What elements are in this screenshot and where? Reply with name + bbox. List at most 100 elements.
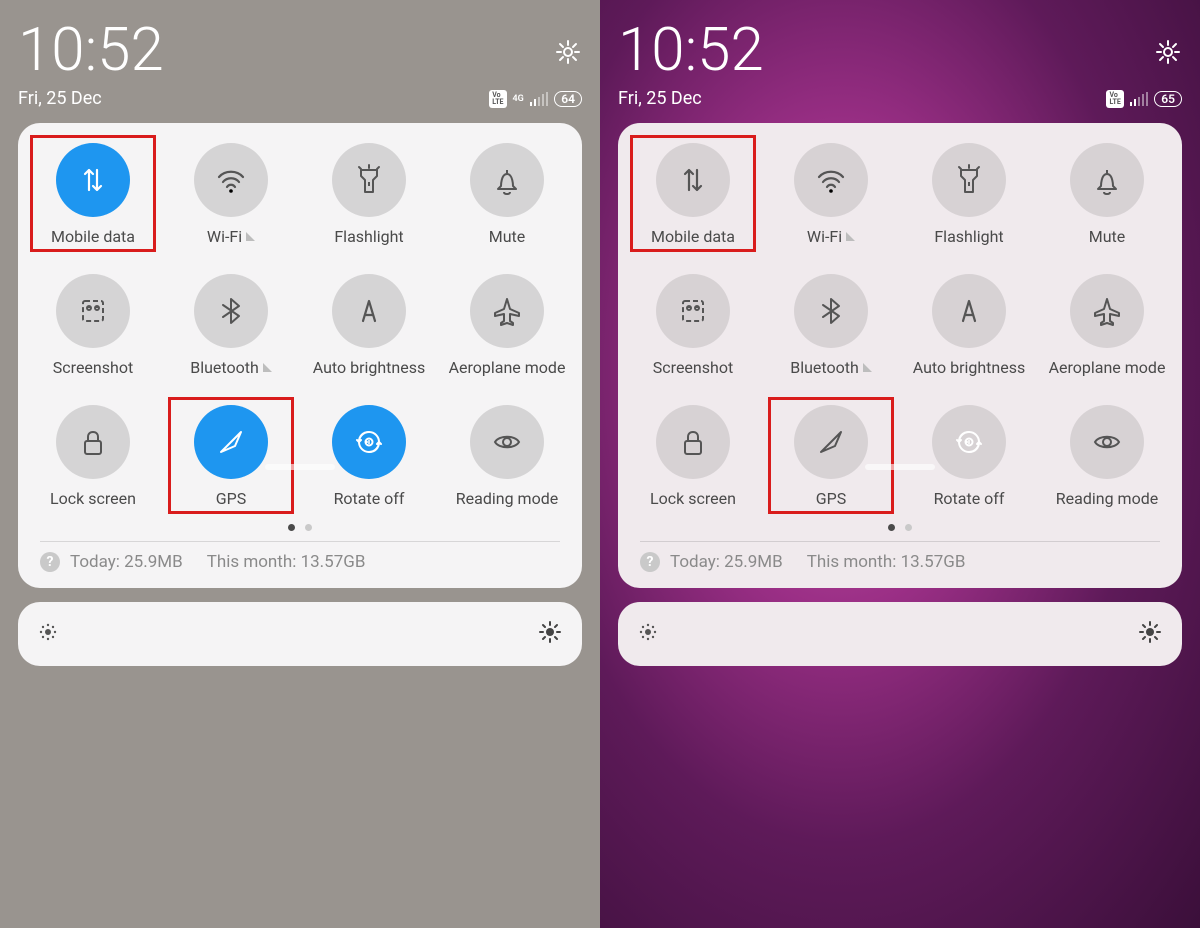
header: 10:52 [18, 20, 582, 80]
aeroplane-toggle[interactable] [1070, 274, 1144, 348]
expand-triangle-icon[interactable] [263, 363, 272, 372]
tile-aeroplane: Aeroplane mode [438, 274, 576, 377]
gps-toggle[interactable] [794, 405, 868, 479]
mute-toggle[interactable] [470, 143, 544, 217]
usage-today: Today: 25.9MB [670, 552, 783, 572]
help-icon: ? [40, 552, 60, 572]
tile-wifi: Wi-Fi [162, 143, 300, 246]
tile-mobile-data: Mobile data [24, 143, 162, 246]
date-text: Fri, 25 Dec [18, 88, 102, 109]
screenshot-label: Screenshot [653, 358, 733, 377]
rotate-toggle[interactable] [332, 405, 406, 479]
flashlight-label: Flashlight [334, 227, 403, 246]
drag-handle[interactable] [865, 424, 935, 504]
brightness-slider[interactable] [618, 602, 1182, 666]
wifi-toggle[interactable] [794, 143, 868, 217]
page-dot-1 [288, 524, 295, 531]
expand-triangle-icon[interactable] [846, 232, 855, 241]
help-icon: ? [640, 552, 660, 572]
clock-time: 10:52 [618, 20, 764, 80]
reading-toggle[interactable] [1070, 405, 1144, 479]
bluetooth-toggle[interactable] [794, 274, 868, 348]
quick-toggles-card: Mobile dataWi-FiFlashlightMuteScreenshot… [18, 123, 582, 588]
battery-level: 65 [1154, 91, 1182, 107]
flashlight-label: Flashlight [934, 227, 1003, 246]
expand-triangle-icon[interactable] [246, 232, 255, 241]
auto-brightness-label: Auto brightness [913, 358, 1026, 377]
mobile-data-toggle[interactable] [56, 143, 130, 217]
aeroplane-label: Aeroplane mode [1049, 358, 1166, 377]
brightness-low-icon [638, 622, 658, 646]
rotate-toggle[interactable] [932, 405, 1006, 479]
status-icons: Vo LTE 65 [1106, 90, 1182, 108]
reading-label: Reading mode [456, 489, 558, 508]
bluetooth-toggle[interactable] [194, 274, 268, 348]
gps-label: GPS [216, 489, 247, 508]
mobile-data-label: Mobile data [51, 227, 135, 246]
screenshot-toggle[interactable] [656, 274, 730, 348]
wifi-label: Wi-Fi [207, 227, 255, 246]
tile-screenshot: Screenshot [624, 274, 762, 377]
usage-today: Today: 25.9MB [70, 552, 183, 572]
usage-month: This month: 13.57GB [807, 552, 966, 572]
drag-handle[interactable] [265, 424, 335, 504]
tile-reading: Reading mode [438, 405, 576, 508]
wifi-toggle[interactable] [194, 143, 268, 217]
mute-toggle[interactable] [1070, 143, 1144, 217]
mobile-data-label: Mobile data [651, 227, 735, 246]
bluetooth-label: Bluetooth [190, 358, 272, 377]
quick-settings-panel-left: 10:52 Fri, 25 Dec Vo LTE4G64 Mobile data Wi-… [0, 0, 600, 928]
page-dot-1 [888, 524, 895, 531]
page-indicator [624, 524, 1176, 531]
clock-time: 10:52 [18, 20, 164, 80]
lock-screen-toggle[interactable] [656, 405, 730, 479]
tile-reading: Reading mode [1038, 405, 1176, 508]
tile-lock-screen: Lock screen [624, 405, 762, 508]
tile-mute: Mute [1038, 143, 1176, 246]
auto-brightness-label: Auto brightness [313, 358, 426, 377]
mute-label: Mute [1089, 227, 1126, 246]
tile-bluetooth: Bluetooth [762, 274, 900, 377]
flashlight-toggle[interactable] [932, 143, 1006, 217]
quick-toggles-card: Mobile data Wi-Fi Flashlight Mute Screenshot… [618, 123, 1182, 588]
date-row: Fri, 25 Dec Vo LTE4G64 [18, 88, 582, 109]
tile-mobile-data: Mobile data [624, 143, 762, 246]
tile-auto-brightness: Auto brightness [900, 274, 1038, 377]
status-icons: Vo LTE4G64 [489, 90, 582, 108]
expand-triangle-icon[interactable] [863, 363, 872, 372]
gps-toggle[interactable] [194, 405, 268, 479]
settings-gear-icon[interactable] [1154, 38, 1182, 70]
auto-brightness-toggle[interactable] [332, 274, 406, 348]
volte-icon: Vo LTE [1106, 90, 1123, 108]
tile-screenshot: Screenshot [24, 274, 162, 377]
data-usage-row[interactable]: ? Today: 25.9MB This month: 13.57GB [624, 542, 1176, 576]
reading-toggle[interactable] [470, 405, 544, 479]
screenshot-label: Screenshot [53, 358, 133, 377]
brightness-track[interactable] [658, 602, 1138, 666]
brightness-low-icon [38, 622, 58, 646]
wifi-label: Wi-Fi [807, 227, 855, 246]
date-row: Fri, 25 DecVo LTE65 [618, 88, 1182, 109]
data-usage-row[interactable]: ?Today: 25.9MBThis month: 13.57GB [24, 542, 576, 576]
page-dot-2 [305, 524, 312, 531]
bluetooth-label: Bluetooth [790, 358, 872, 377]
rotate-label: Rotate off [934, 489, 1005, 508]
lock-screen-toggle[interactable] [56, 405, 130, 479]
gps-label: GPS [816, 489, 847, 508]
flashlight-toggle[interactable] [332, 143, 406, 217]
aeroplane-toggle[interactable] [470, 274, 544, 348]
lock-screen-label: Lock screen [650, 489, 736, 508]
battery-level: 64 [554, 91, 582, 107]
tile-auto-brightness: Auto brightness [300, 274, 438, 377]
settings-gear-icon[interactable] [554, 38, 582, 70]
brightness-track[interactable] [58, 602, 538, 666]
auto-brightness-toggle[interactable] [932, 274, 1006, 348]
signal-icon [1130, 92, 1149, 106]
mobile-data-toggle[interactable] [656, 143, 730, 217]
screenshot-toggle[interactable] [56, 274, 130, 348]
brightness-slider[interactable] [18, 602, 582, 666]
aeroplane-label: Aeroplane mode [449, 358, 566, 377]
header: 10:52 [618, 20, 1182, 80]
reading-label: Reading mode [1056, 489, 1158, 508]
quick-settings-panel-right: 10:52Fri, 25 DecVo LTE65Mobile dataWi-Fi… [600, 0, 1200, 928]
